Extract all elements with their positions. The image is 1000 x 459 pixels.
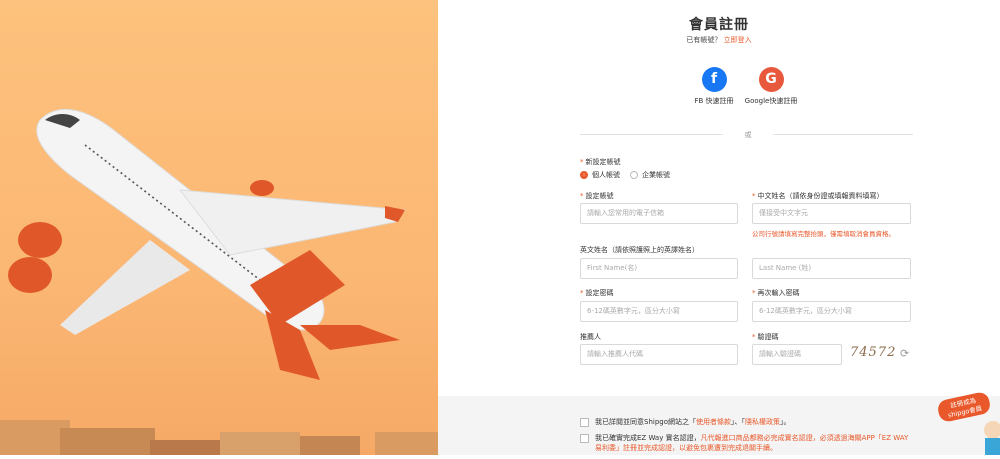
airplane-illustration (0, 108, 438, 455)
fb-signup-label: FB 快速註冊 (694, 97, 734, 105)
registration-panel: 會員註冊 已有帳號？ 立即登入 f FB 快速註冊 G Google快速註冊 或… (438, 0, 1000, 455)
terms-checkbox[interactable] (580, 418, 589, 427)
divider-right (773, 134, 913, 135)
password-label: * 設定密碼 (580, 289, 614, 297)
chinese-name-label: * 中文姓名（請依身份證或填報資料填寫） (752, 192, 884, 200)
password-confirm-label: * 再次輸入密碼 (752, 289, 800, 297)
password-confirm-input[interactable]: 6-12碼英數字元，區分大小寫 (752, 301, 911, 322)
terms-of-use-link[interactable]: 使用者條款 (696, 418, 731, 426)
radio-personal-account[interactable]: 個人帳號 (580, 170, 620, 180)
captcha-label: * 驗證碼 (752, 333, 779, 341)
password-input[interactable]: 6-12碼英數字元，區分大小寫 (580, 301, 738, 322)
google-signup-button[interactable]: G Google快速註冊 (741, 67, 801, 106)
facebook-icon: f (701, 67, 727, 92)
last-name-input[interactable]: Last Name (姓) (752, 258, 911, 279)
captcha-image: 74572 (850, 345, 897, 360)
radio-business-account[interactable]: 企業帳號 (630, 170, 670, 180)
member-signup-badge[interactable]: 註冊成為 shipgo會員 (935, 390, 1000, 455)
referrer-label: 推薦人 (580, 333, 601, 341)
english-name-label: 英文姓名（請依照護照上的英譯姓名） (580, 246, 699, 254)
radio-selected-icon (580, 171, 588, 179)
account-email-input[interactable]: 請輸入您常用的電子信箱 (580, 203, 738, 224)
fb-signup-button[interactable]: f FB 快速註冊 (684, 67, 744, 106)
captcha-input[interactable]: 請輸入驗證碼 (752, 344, 842, 365)
google-icon: G (758, 67, 784, 92)
google-signup-label: Google快速註冊 (744, 97, 798, 105)
chinese-name-hint: 公司行號請填寫完整抬頭，僅需填取消會員資格。 (752, 230, 895, 238)
terms-text: 我已詳閱並同意Shipgo網站之「使用者條款」、「隱私權政策」。 (595, 418, 791, 426)
login-prompt-text: 已有帳號？ (686, 36, 722, 44)
mascot-icon: 註冊成為 shipgo會員 (938, 392, 1000, 455)
privacy-policy-link[interactable]: 隱私權政策 (745, 418, 780, 426)
login-prompt: 已有帳號？ 立即登入 (438, 35, 1000, 45)
account-type-label: * 新設定帳號 (580, 158, 621, 166)
hero-illustration (0, 0, 438, 455)
referrer-input[interactable]: 請輸入推薦人代碼 (580, 344, 738, 365)
account-label: * 設定帳號 (580, 192, 614, 200)
first-name-input[interactable]: First Name(名) (580, 258, 738, 279)
radio-unselected-icon (630, 171, 638, 179)
page-title: 會員註冊 (689, 17, 749, 33)
or-label: 或 (744, 131, 752, 139)
divider-left (580, 134, 723, 135)
terms-section: 我已詳閱並同意Shipgo網站之「使用者條款」、「隱私權政策」。 我已確實完成E… (438, 396, 1000, 455)
login-link[interactable]: 立即登入 (724, 36, 752, 44)
ezway-checkbox[interactable] (580, 434, 589, 443)
refresh-icon[interactable]: ⟳ (900, 347, 909, 360)
chinese-name-input[interactable]: 僅接受中文字元 (752, 203, 911, 224)
ezway-text: 我已確實完成EZ Way 實名認證，凡代報進口商品都務必完成實名認證，必須透過海… (595, 434, 909, 452)
